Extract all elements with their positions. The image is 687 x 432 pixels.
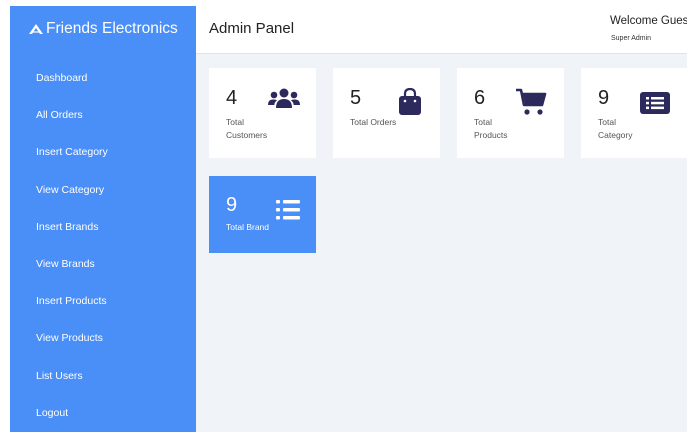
stat-card-brands[interactable]: 9 Total Brand [209,176,316,253]
stat-label: Total Products [474,117,508,140]
sidebar-item-insert-brands[interactable]: Insert Brands [10,209,196,246]
sidebar: Friends Electronics Dashboard All Orders… [10,6,196,432]
sidebar-item-list-users[interactable]: List Users [10,358,196,395]
logo-icon [29,24,43,34]
stat-card-products[interactable]: 6 Total Products [457,68,564,158]
sidebar-item-all-orders[interactable]: All Orders [10,97,196,134]
sidebar-item-insert-category[interactable]: Insert Category [10,134,196,171]
stat-card-category[interactable]: 9 Total Category [581,68,687,158]
sidebar-item-insert-products[interactable]: Insert Products [10,283,196,320]
stat-value: 5 [350,87,362,109]
sidebar-item-view-products[interactable]: View Products [10,320,196,357]
sidebar-nav: Dashboard All Orders Insert Category Vie… [10,60,196,432]
brand[interactable]: Friends Electronics [10,6,196,52]
sidebar-item-dashboard[interactable]: Dashboard [10,60,196,97]
stat-label: Total Orders [350,117,397,127]
stat-value: 9 [226,194,238,216]
main-content: Admin Panel Welcome Guest Super Admin 4 … [196,6,687,432]
stat-value: 4 [226,87,238,109]
sidebar-item-view-brands[interactable]: View Brands [10,246,196,283]
page-title: Admin Panel [209,20,295,37]
stat-label: Total Category [598,117,633,140]
sidebar-item-view-category[interactable]: View Category [10,172,196,209]
shopping-cart-icon [516,88,547,115]
app-frame: Friends Electronics Dashboard All Orders… [10,6,687,432]
stat-value: 6 [474,87,486,109]
stat-label: Total Brand [226,222,269,232]
shopping-bag-icon [399,88,421,115]
stat-value: 9 [598,87,610,109]
welcome-text: Welcome Guest [610,15,687,27]
stat-label: Total Customers [226,117,268,140]
sidebar-item-logout[interactable]: Logout [10,395,196,432]
users-icon [268,88,300,108]
stat-card-customers[interactable]: 4 Total Customers [209,68,316,158]
top-bar: Admin Panel Welcome Guest Super Admin [196,6,687,54]
list-alt-icon [640,92,670,114]
list-icon [276,200,300,220]
brand-name: Friends Electronics [46,20,178,37]
user-role: Super Admin [611,35,652,42]
stat-card-orders[interactable]: 5 Total Orders [333,68,440,158]
